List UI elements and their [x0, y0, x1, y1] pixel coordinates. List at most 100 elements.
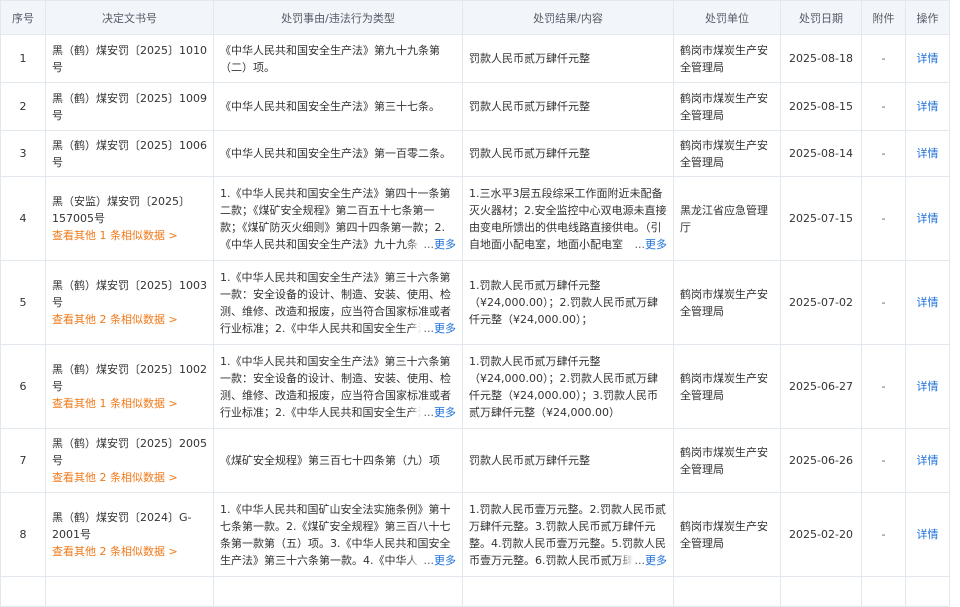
action-cell: 详情	[905, 428, 950, 493]
reason-cell	[213, 576, 463, 607]
unit-cell: 鹤岗市煤炭生产安全管理局	[673, 34, 781, 83]
table-row: 3 黑（鹤）煤安罚〔2025〕1006号 《中华人民共和国安全生产法》第一百零二条。…	[0, 130, 950, 177]
attachment-cell: -	[861, 130, 906, 177]
penalty-unit: 鹤岗市煤炭生产安全管理局	[680, 445, 768, 476]
ellipsis: ...	[423, 321, 435, 335]
unit-cell: 鹤岗市煤炭生产安全管理局	[673, 130, 781, 177]
date-cell: 2025-07-15	[780, 176, 862, 261]
result-more-link[interactable]: ...更多	[618, 235, 667, 253]
reason-text-box: 1.《中华人民共和国安全生产法》第四十一条第二款；《煤矿安全规程》第二百五十七条…	[220, 185, 456, 253]
doc-no-cell: 黑（鹤）煤安罚〔2025〕2005号 查看其他 2 条相似数据 >	[45, 428, 214, 493]
doc-no-cell	[45, 576, 214, 607]
result-cell: 罚款人民币贰万肆仟元整	[462, 34, 674, 83]
reason-text: 《中华人民共和国安全生产法》第三十七条。	[220, 100, 440, 113]
doc-no-cell: 黑（鹤）煤安罚〔2024〕G-2001号查看其他 2 条相似数据 >	[45, 492, 214, 577]
doc-no-cell: 黑（鹤）煤安罚〔2025〕1006号	[45, 130, 214, 177]
attachment-cell	[861, 576, 906, 607]
similar-data-link[interactable]: 查看其他 1 条相似数据 >	[52, 395, 207, 412]
header-index: 序号	[0, 0, 46, 35]
reason-cell: 1.《中华人民共和国矿山安全法实施条例》第十七条第一款。2.《煤矿安全规程》第三…	[213, 492, 463, 577]
detail-link[interactable]: 详情	[917, 380, 939, 393]
result-more-link[interactable]: ...更多	[618, 551, 667, 569]
header-date: 处罚日期	[780, 0, 862, 35]
attachment-cell: -	[861, 344, 906, 429]
detail-link[interactable]: 详情	[917, 454, 939, 467]
similar-data-link[interactable]: 查看其他 2 条相似数据 >	[52, 469, 207, 486]
reason-text-box: 《中华人民共和国安全生产法》第一百零二条。	[220, 145, 456, 162]
header-doc-no: 决定文书号	[45, 0, 214, 35]
doc-no: 黑（鹤）煤安罚〔2025〕1009号	[52, 91, 207, 122]
doc-no: 黑（安监）煤安罚〔2025〕157005号	[52, 195, 190, 225]
row-index: 1	[19, 52, 27, 65]
penalty-date: 2025-08-14	[789, 147, 853, 160]
result-text: 罚款人民币贰万肆仟元整	[469, 100, 590, 113]
date-cell	[780, 576, 862, 607]
doc-no: 黑（鹤）煤安罚〔2024〕G-2001号	[52, 511, 192, 541]
reason-text-box: 《中华人民共和国安全生产法》第九十九条第（二）项。	[220, 42, 456, 76]
detail-link[interactable]: 详情	[917, 52, 939, 65]
header-result: 处罚结果/内容	[462, 0, 674, 35]
row-index-cell: 1	[0, 34, 46, 83]
attachment-value: -	[881, 147, 886, 160]
similar-data-link[interactable]: 查看其他 2 条相似数据 >	[52, 311, 207, 328]
penalty-unit: 鹤岗市煤炭生产安全管理局	[680, 138, 768, 169]
action-cell	[905, 576, 950, 607]
doc-no-cell: 黑（鹤）煤安罚〔2025〕1003号 查看其他 2 条相似数据 >	[45, 260, 214, 345]
row-index: 6	[19, 380, 27, 393]
reason-text: 《中华人民共和国安全生产法》第一百零二条。	[220, 147, 451, 160]
similar-data-link[interactable]: 查看其他 1 条相似数据 >	[52, 227, 207, 244]
doc-no-cell: 黑（鹤）煤安罚〔2025〕1009号	[45, 82, 214, 131]
action-cell: 详情	[905, 130, 950, 177]
header-unit: 处罚单位	[673, 0, 781, 35]
reason-more-link[interactable]: ...更多	[407, 403, 456, 421]
result-text: 罚款人民币贰万肆仟元整	[469, 52, 590, 65]
reason-cell: 1.《中华人民共和国安全生产法》第四十一条第二款；《煤矿安全规程》第二百五十七条…	[213, 176, 463, 261]
date-cell: 2025-08-15	[780, 82, 862, 131]
penalty-date: 2025-02-20	[789, 528, 853, 541]
row-index-cell: 3	[0, 130, 46, 177]
date-cell: 2025-07-02	[780, 260, 862, 345]
penalty-unit: 鹤岗市煤炭生产安全管理局	[680, 91, 768, 122]
penalty-date: 2025-08-18	[789, 52, 853, 65]
more-label: 更多	[645, 553, 667, 567]
reason-more-link[interactable]: ...更多	[407, 235, 456, 253]
penalty-unit: 黑龙江省应急管理厅	[680, 203, 768, 234]
penalty-date: 2025-06-26	[789, 454, 853, 467]
attachment-value: -	[881, 528, 886, 541]
row-index-cell: 4	[0, 176, 46, 261]
detail-link[interactable]: 详情	[917, 147, 939, 160]
result-cell: 罚款人民币贰万肆仟元整	[462, 130, 674, 177]
attachment-cell: -	[861, 176, 906, 261]
date-cell: 2025-08-14	[780, 130, 862, 177]
header-action: 操作	[905, 0, 950, 35]
reason-text: 《中华人民共和国安全生产法》第九十九条第（二）项。	[220, 43, 440, 74]
reason-more-link[interactable]: ...更多	[407, 319, 456, 337]
doc-no: 黑（鹤）煤安罚〔2025〕1006号	[52, 138, 207, 169]
table-header-row: 序号 决定文书号 处罚事由/违法行为类型 处罚结果/内容 处罚单位 处罚日期 附…	[0, 0, 950, 35]
detail-link[interactable]: 详情	[917, 212, 939, 225]
row-index-cell: 8	[0, 492, 46, 577]
detail-link[interactable]: 详情	[917, 296, 939, 309]
reason-text-box: 1.《中华人民共和国安全生产法》第三十六条第一款：安全设备的设计、制造、安装、使…	[220, 353, 456, 421]
penalty-date: 2025-07-02	[789, 296, 853, 309]
action-cell: 详情	[905, 34, 950, 83]
similar-data-link[interactable]: 查看其他 2 条相似数据 >	[52, 543, 207, 560]
attachment-value: -	[881, 100, 886, 113]
reason-more-link[interactable]: ...更多	[407, 551, 456, 569]
ellipsis: ...	[634, 553, 646, 567]
reason-text-box: 《煤矿安全规程》第三百七十四条第（九）项	[220, 452, 456, 469]
detail-link[interactable]: 详情	[917, 100, 939, 113]
result-text-box: 1.罚款人民币贰万肆仟元整（¥24,000.00）；2.罚款人民币贰万肆仟元整（…	[469, 353, 667, 421]
result-text: 罚款人民币贰万肆仟元整	[469, 147, 590, 160]
table-row: 7 黑（鹤）煤安罚〔2025〕2005号 查看其他 2 条相似数据 > 《煤矿安全规程…	[0, 428, 950, 493]
table-row	[0, 576, 950, 607]
detail-link[interactable]: 详情	[917, 528, 939, 541]
table-row: 4 黑（安监）煤安罚〔2025〕157005号查看其他 1 条相似数据 > 1.《中…	[0, 176, 950, 261]
unit-cell: 鹤岗市煤炭生产安全管理局	[673, 428, 781, 493]
penalty-unit: 鹤岗市煤炭生产安全管理局	[680, 287, 768, 318]
penalty-date: 2025-08-15	[789, 100, 853, 113]
action-cell: 详情	[905, 176, 950, 261]
row-index-cell: 7	[0, 428, 46, 493]
result-cell: 1.罚款人民币贰万肆仟元整（¥24,000.00）；2.罚款人民币贰万肆仟元整（…	[462, 344, 674, 429]
attachment-cell: -	[861, 34, 906, 83]
